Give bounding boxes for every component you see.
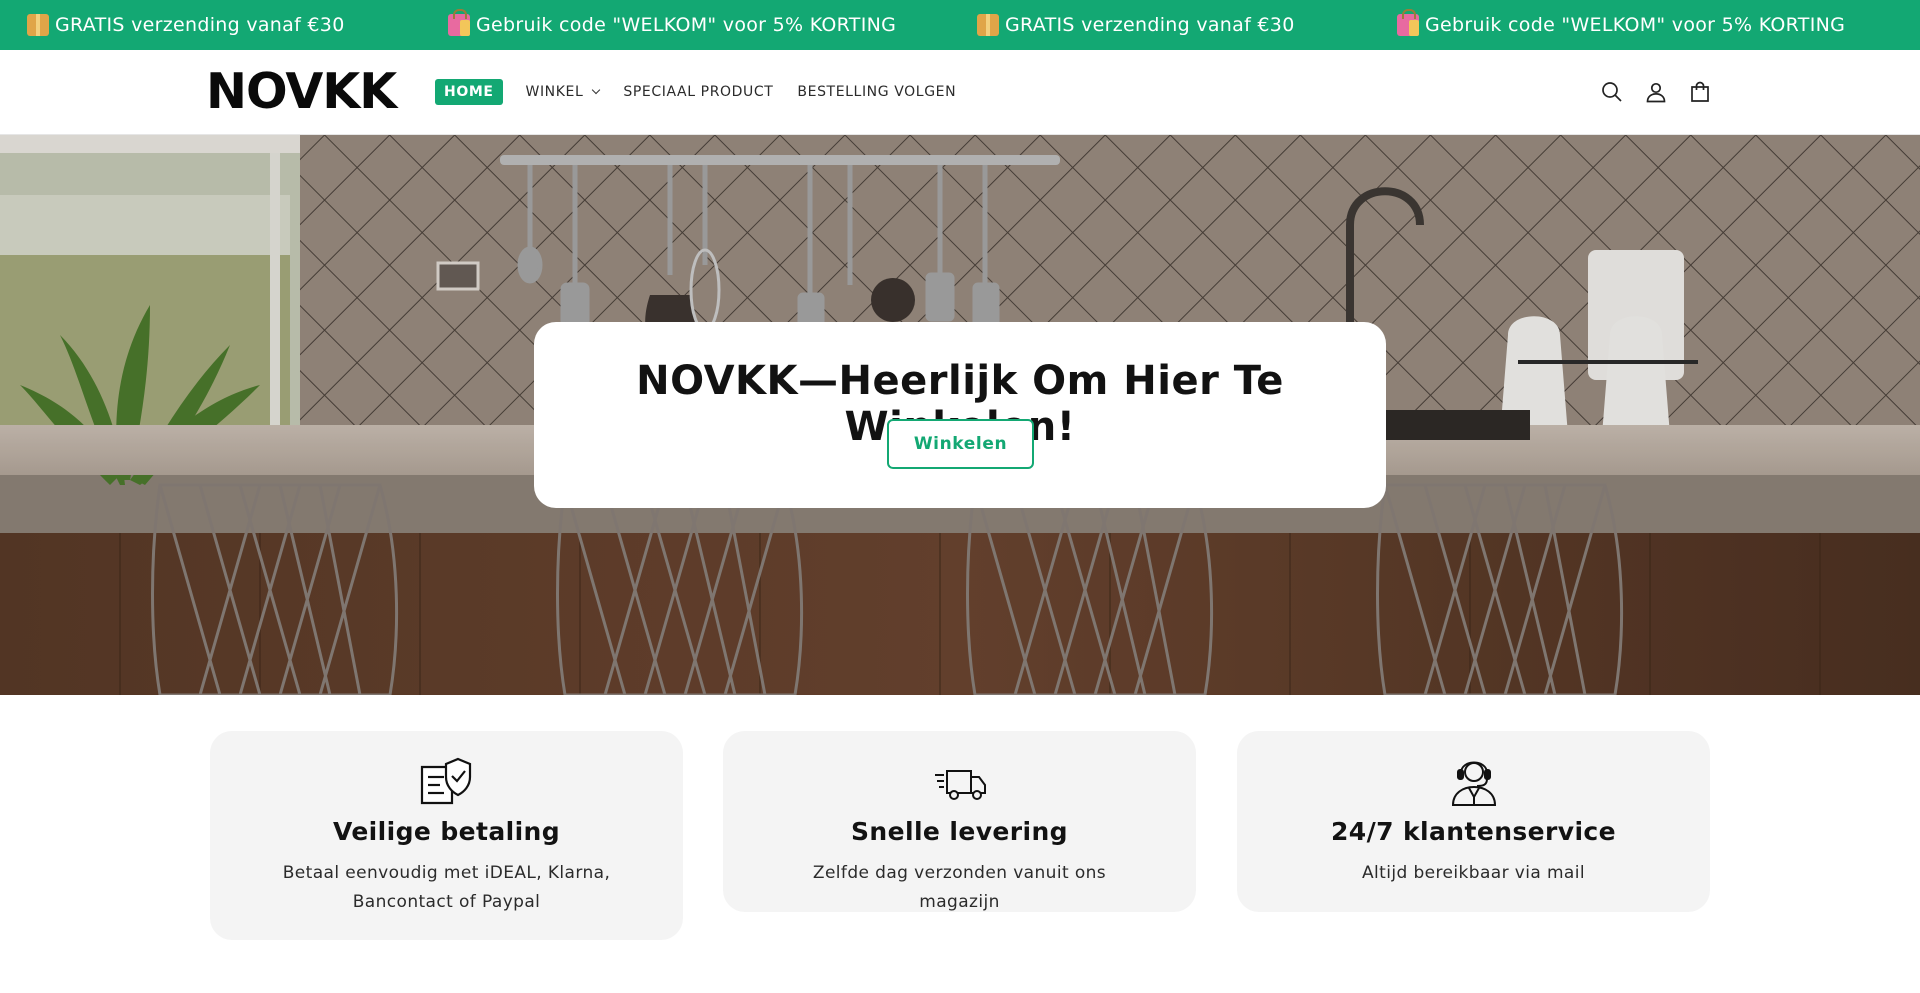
feature-description: Zelfde dag verzonden vanuit ons magazijn (812, 863, 1107, 912)
announcement-text: GRATIS verzending vanaf €30 (55, 14, 345, 36)
announcement-text: Gebruik code "WELKOM" voor 5% KORTING (476, 14, 897, 36)
feature-title: 24/7 klantenservice (1331, 817, 1616, 846)
cart-icon[interactable] (1688, 80, 1712, 104)
header-icons (1600, 80, 1712, 104)
announcement-text: GRATIS verzending vanaf €30 (1005, 14, 1295, 36)
site-header: NOVKK HOME WINKEL SPECIAAL PRODUCT BESTE… (0, 50, 1920, 135)
feature-title: Snelle levering (851, 817, 1068, 846)
nav-item-speciaal-product[interactable]: SPECIAAL PRODUCT (623, 78, 773, 106)
logo[interactable]: NOVKK (206, 64, 397, 120)
chevron-down-icon (592, 85, 601, 95)
feature-card: Veilige betaling Betaal eenvoudig met iD… (210, 731, 683, 940)
nav-item-home[interactable]: HOME (435, 79, 503, 105)
account-icon[interactable] (1644, 80, 1668, 104)
shopping-bag-icon (448, 9, 470, 36)
nav-item-bestelling-volgen[interactable]: BESTELLING VOLGEN (797, 78, 956, 106)
hero-card: NOVKK—Heerlijk Om Hier Te Winkelen! Wink… (534, 322, 1386, 508)
package-icon (27, 14, 49, 36)
announcement-item: Gebruik code "WELKOM" voor 5% KORTING (1397, 0, 1845, 50)
package-icon (977, 14, 999, 36)
customer-service-icon (1451, 761, 1496, 806)
delivery-truck-icon (934, 770, 986, 800)
announcement-item: Gebruik code "WELKOM" voor 5% KORTING (448, 0, 896, 50)
search-icon[interactable] (1600, 80, 1624, 104)
features-section: Veilige betaling Betaal eenvoudig met iD… (210, 731, 1710, 951)
nav-item-label: WINKEL (525, 84, 584, 100)
hero-banner: NOVKK—Heerlijk Om Hier Te Winkelen! Wink… (0, 135, 1920, 695)
announcement-item: GRATIS verzending vanaf €30 (27, 0, 345, 50)
nav-item-winkel[interactable]: WINKEL (525, 78, 601, 106)
feature-description: Betaal eenvoudig met iDEAL, Klarna, Banc… (282, 863, 611, 912)
shop-now-button[interactable]: Winkelen (887, 419, 1034, 469)
announcement-item: GRATIS verzending vanaf €30 (977, 0, 1295, 50)
announcement-text: Gebruik code "WELKOM" voor 5% KORTING (1425, 14, 1846, 36)
shopping-bag-icon (1397, 9, 1419, 36)
feature-title: Veilige betaling (332, 817, 561, 846)
feature-card: 24/7 klantenservice Altijd bereikbaar vi… (1237, 731, 1710, 912)
secure-payment-icon (420, 757, 471, 805)
feature-description: Altijd bereikbaar via mail (1362, 863, 1585, 883)
announcement-bar: GRATIS verzending vanaf €30 Gebruik code… (0, 0, 1920, 50)
main-nav: HOME WINKEL SPECIAAL PRODUCT BESTELLING … (435, 78, 980, 106)
feature-card: Snelle levering Zelfde dag verzonden van… (723, 731, 1196, 912)
